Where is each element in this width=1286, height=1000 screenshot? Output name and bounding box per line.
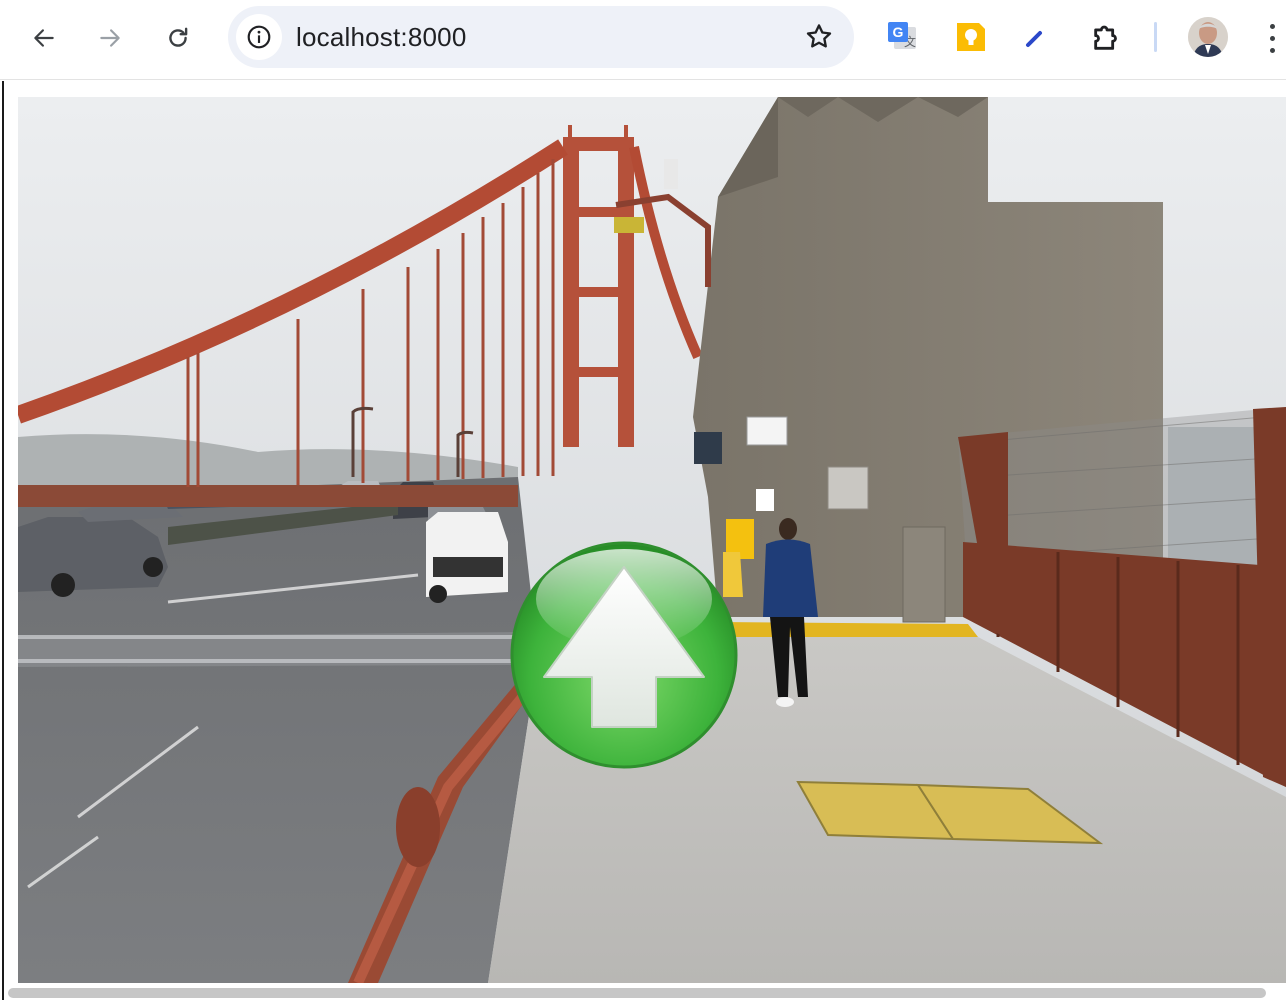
arrow-left-icon (34, 29, 54, 47)
browser-menu-button[interactable] (1260, 20, 1284, 56)
site-info-button[interactable] (236, 14, 282, 60)
street-view-panorama[interactable] (18, 97, 1286, 983)
arrow-right-icon (100, 29, 120, 47)
reload-button[interactable] (158, 18, 198, 58)
google-translate-extension[interactable]: 文 G (886, 20, 920, 54)
pen-icon (1026, 31, 1042, 47)
horizontal-scrollbar[interactable] (8, 988, 1266, 998)
avatar[interactable] (1188, 17, 1228, 57)
google-keep-extension[interactable] (954, 20, 988, 54)
url-text[interactable]: localhost:8000 (296, 22, 466, 53)
toolbar-divider (1154, 22, 1157, 52)
puzzle-icon (1094, 25, 1117, 50)
translate-icon: 文 G (888, 22, 916, 49)
svg-text:G: G (893, 24, 904, 40)
pen-extension[interactable] (1018, 20, 1052, 54)
arrow-up-icon (510, 541, 738, 769)
keep-bulb-icon (957, 23, 985, 51)
page-edge (2, 81, 4, 1000)
forward-button[interactable] (90, 18, 130, 58)
address-bar[interactable]: localhost:8000 (228, 6, 854, 68)
profile-photo (1188, 17, 1228, 57)
browser-toolbar: localhost:8000 文 G (0, 0, 1286, 80)
back-button[interactable] (24, 18, 64, 58)
forward-navigation-arrow[interactable] (508, 537, 740, 773)
star-icon (806, 24, 832, 48)
reload-icon (169, 27, 188, 47)
kebab-menu-icon (1269, 23, 1275, 29)
extensions-puzzle[interactable] (1090, 20, 1124, 54)
bookmark-button[interactable] (802, 20, 836, 54)
info-icon (247, 25, 271, 49)
